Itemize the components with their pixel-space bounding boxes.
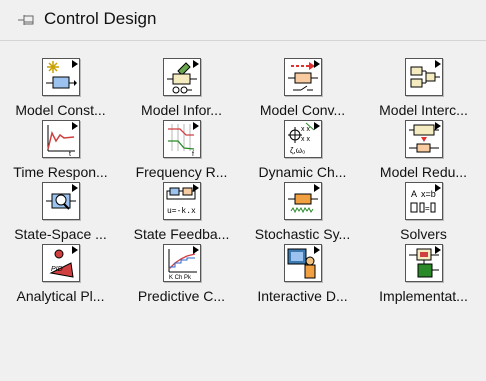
time-response-icon: t: [42, 120, 80, 158]
palette-item-label: Model Conv...: [259, 102, 346, 118]
palette-item-state-feedback-design[interactable]: u=-k.x State Feedba...: [121, 182, 242, 244]
svg-text:A: A: [411, 189, 417, 199]
model-information-icon: [163, 58, 201, 96]
state-feedback-design-icon: u=-k.x: [163, 182, 201, 220]
svg-text:K Ch Pk: K Ch Pk: [169, 275, 192, 281]
palette-item-solvers[interactable]: A x=b = Solvers: [363, 182, 484, 244]
palette-item-model-conversion[interactable]: Model Conv...: [242, 58, 363, 120]
palette-item-label: Interactive D...: [257, 288, 348, 304]
palette-item-model-reduction[interactable]: Model Redu...: [363, 120, 484, 182]
palette-title: Control Design: [44, 9, 157, 28]
palette-item-analytical-pid-design[interactable]: PID Analytical Pl...: [0, 244, 121, 306]
palette-item-time-response[interactable]: t Time Respon...: [0, 120, 121, 182]
svg-text:ζ,ω₀: ζ,ω₀: [290, 146, 305, 155]
palette-item-model-interconnection[interactable]: Model Interc...: [363, 58, 484, 120]
palette-item-stochastic-systems[interactable]: Stochastic Sy...: [242, 182, 363, 244]
palette-item-label: Frequency R...: [135, 164, 228, 180]
palette-item-label: Solvers: [400, 226, 447, 242]
palette-item-label: Predictive C...: [137, 288, 226, 304]
palette-item-frequency-response[interactable]: f Frequency R...: [121, 120, 242, 182]
predictive-control-icon: K Ch Pk: [163, 244, 201, 282]
palette-item-label: Implementat...: [379, 288, 468, 304]
palette-item-model-information[interactable]: Model Infor...: [121, 58, 242, 120]
svg-text:=: =: [425, 204, 430, 213]
svg-text:x x: x x: [301, 136, 310, 143]
palette-item-label: Dynamic Ch...: [258, 164, 347, 180]
palette-item-label: Model Interc...: [379, 102, 468, 118]
model-reduction-icon: [405, 120, 443, 158]
frequency-response-icon: f: [163, 120, 201, 158]
palette-item-state-space-model-analysis[interactable]: State-Space ...: [0, 182, 121, 244]
model-construction-icon: [42, 58, 80, 96]
implementation-icon: [405, 244, 443, 282]
state-space-model-analysis-icon: [42, 182, 80, 220]
palette-item-label: Time Respon...: [13, 164, 108, 180]
palette-header: Control Design: [0, 0, 486, 40]
palette-item-label: Model Infor...: [141, 102, 222, 118]
svg-text:t: t: [69, 151, 71, 157]
solvers-icon: A x=b =: [405, 182, 443, 220]
dynamic-characteristics-icon: x x x x ζ,ω₀: [284, 120, 322, 158]
svg-text:PID: PID: [51, 266, 63, 273]
palette-item-interactive-design[interactable]: Interactive D...: [242, 244, 363, 306]
palette-item-predictive-control[interactable]: K Ch Pk Predictive C...: [121, 244, 242, 306]
model-interconnection-icon: [405, 58, 443, 96]
palette-item-label: Model Redu...: [379, 164, 468, 180]
palette-item-label: State-Space ...: [14, 226, 107, 242]
svg-text:x x: x x: [301, 126, 310, 133]
svg-text:u=-k.x: u=-k.x: [167, 207, 196, 216]
palette-item-label: Stochastic Sy...: [254, 226, 351, 242]
model-conversion-icon: [284, 58, 322, 96]
palette-item-label: Model Const...: [15, 102, 106, 118]
stochastic-systems-icon: [284, 182, 322, 220]
svg-text:f: f: [192, 151, 194, 157]
interactive-design-icon: [284, 244, 322, 282]
divider: [0, 40, 486, 41]
palette-item-dynamic-characteristics[interactable]: x x x x ζ,ω₀ Dynamic Ch...: [242, 120, 363, 182]
palette-item-implementation[interactable]: Implementat...: [363, 244, 484, 306]
palette-item-model-construction[interactable]: Model Const...: [0, 58, 121, 120]
analytical-pid-design-icon: PID: [42, 244, 80, 282]
pin-icon[interactable]: [17, 12, 37, 28]
palette-item-label: State Feedba...: [133, 226, 230, 242]
svg-text:x=b: x=b: [421, 189, 436, 199]
palette-item-label: Analytical Pl...: [16, 288, 105, 304]
